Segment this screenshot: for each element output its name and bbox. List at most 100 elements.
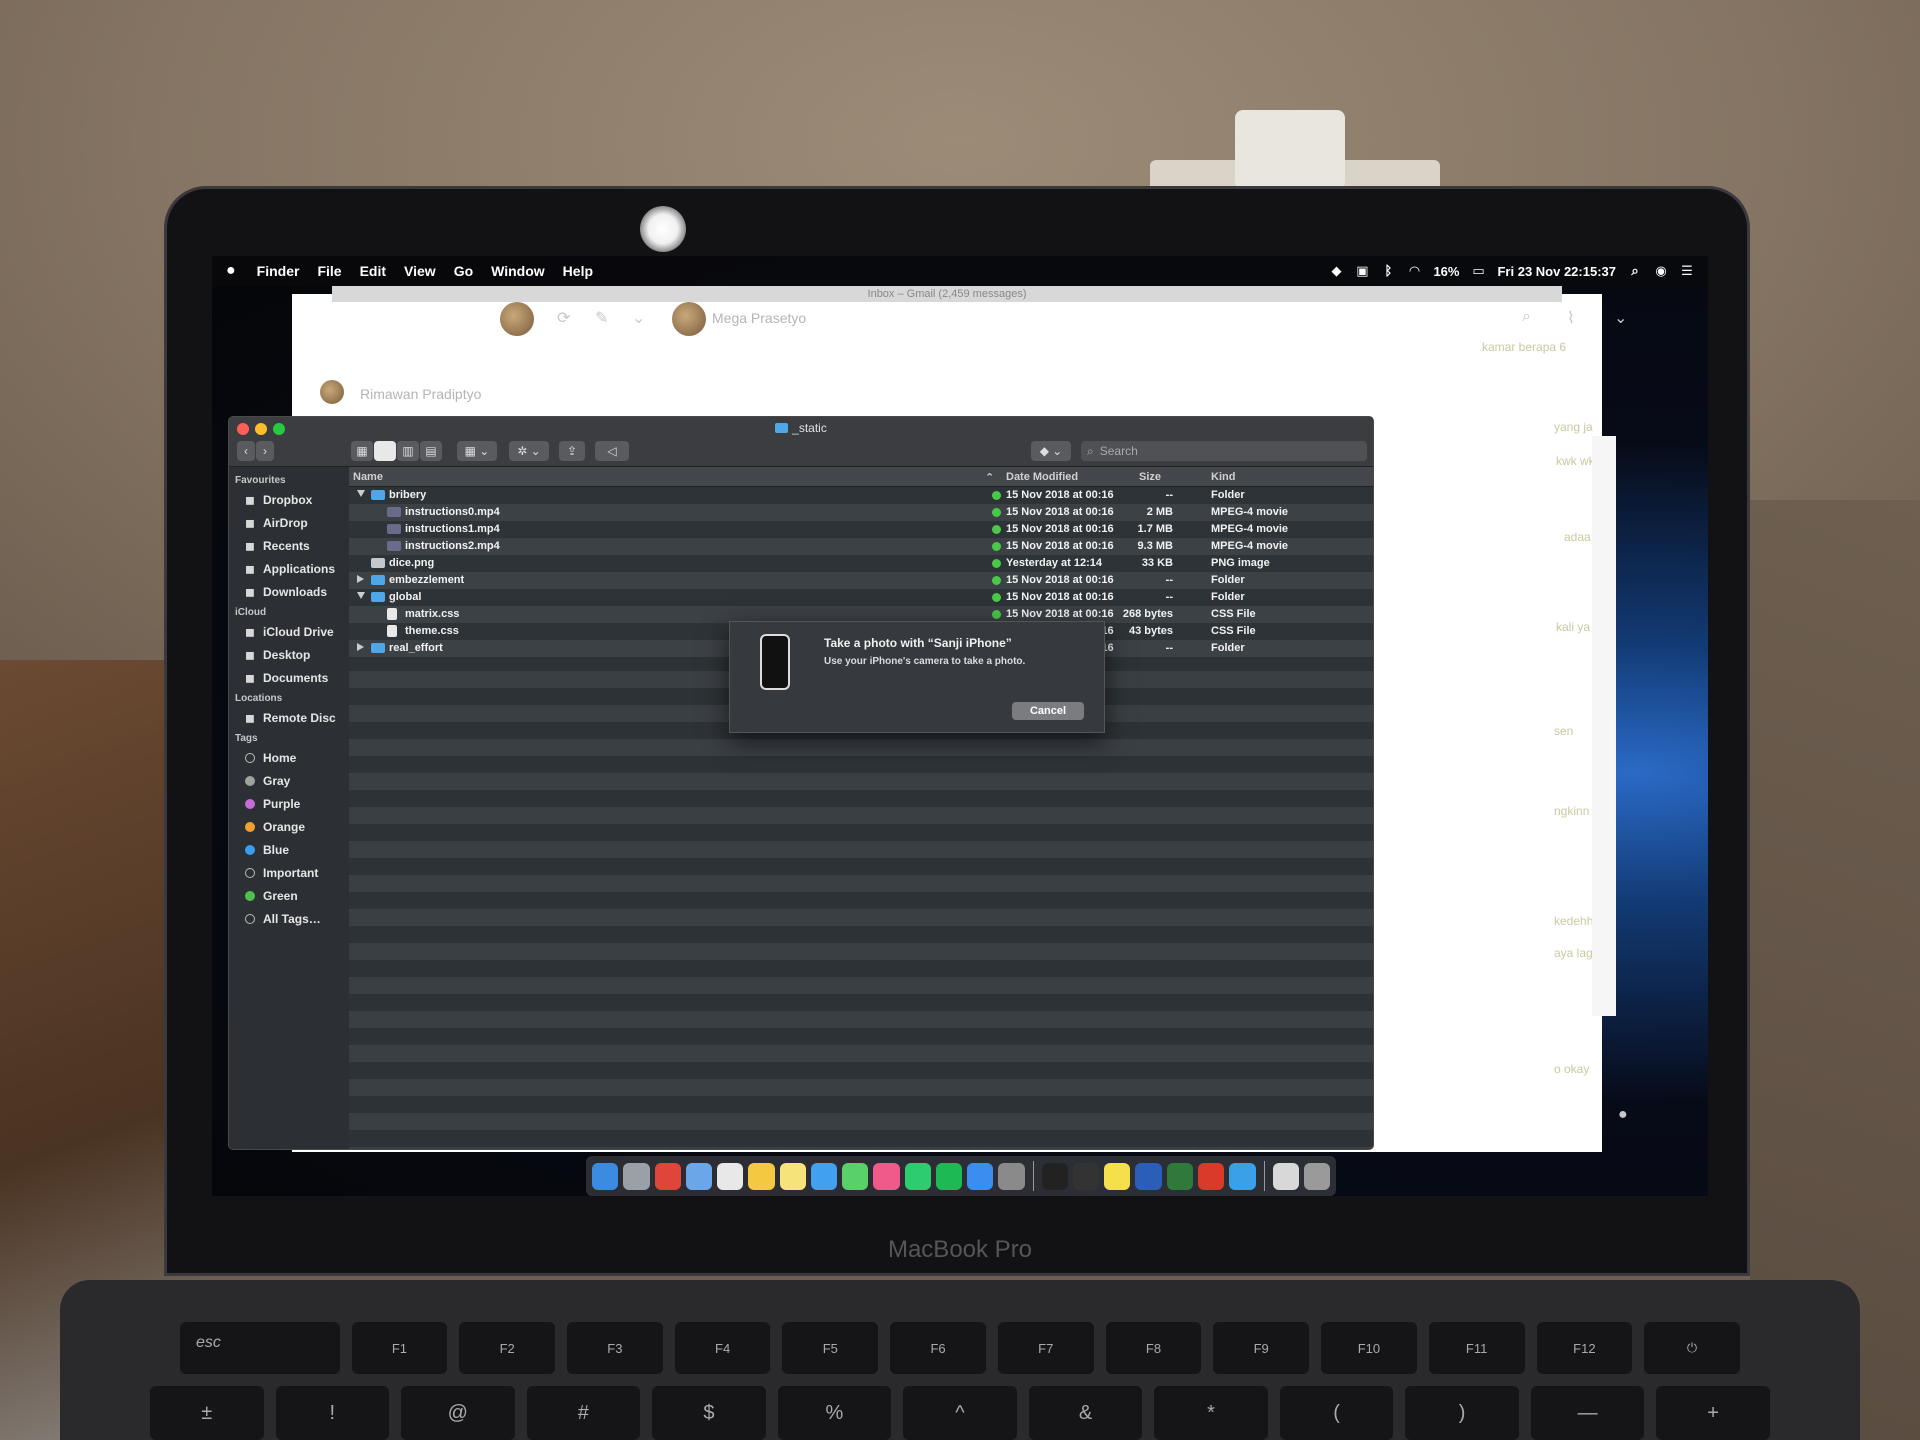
action-gear-button[interactable]: ✲ ⌄ [509,441,549,461]
menu-help[interactable]: Help [554,263,602,279]
disclosure-closed-icon[interactable] [357,575,364,583]
apple-menu-icon[interactable]: ● [212,262,248,280]
menu-file[interactable]: File [308,263,350,279]
dock-app-icon[interactable] [1303,1162,1331,1190]
dock-app-icon[interactable] [1166,1162,1194,1190]
menu-finder[interactable]: Finder [248,263,309,279]
file-size: -- [1165,574,1173,586]
tag-dot-icon [245,821,255,832]
dock-app-icon[interactable] [1072,1162,1100,1190]
file-row[interactable]: embezzlement 15 Nov 2018 at 00:16 -- Folder [349,572,1373,589]
file-name: embezzlement [389,574,465,586]
clock[interactable]: Fri 23 Nov 22:15:37 [1497,264,1616,279]
siri-icon[interactable]: ◉ [1654,264,1668,278]
dock-app-icon[interactable] [842,1162,869,1190]
sidebar-tag-5[interactable]: Important [229,861,349,884]
dock-app-icon[interactable] [1135,1162,1162,1190]
group-by-button[interactable]: ▦ ⌄ [457,441,497,461]
chevron-down-icon[interactable]: ⌄ [1614,308,1627,328]
dock-app-icon[interactable] [685,1162,713,1190]
attachment-icon[interactable]: ⌇ [1567,308,1575,328]
sidebar-item-favourites-2[interactable]: ◼ Recents [229,534,349,557]
tags-button[interactable]: ◁ [595,441,629,461]
dock-app-icon[interactable] [654,1162,681,1190]
file-row[interactable]: bribery 15 Nov 2018 at 00:16 -- Folder [349,487,1373,504]
menu-edit[interactable]: Edit [351,263,395,279]
dock-app-icon[interactable] [904,1162,931,1190]
dock-app-icon[interactable] [1104,1162,1131,1190]
dock-app-icon[interactable] [592,1162,619,1190]
dock-app-icon[interactable] [1272,1162,1299,1190]
search-icon[interactable]: ⌕ [1522,308,1531,326]
file-row[interactable]: global 15 Nov 2018 at 00:16 -- Folder [349,589,1373,606]
chevron-down-icon[interactable]: ⌄ [632,308,645,328]
dock-app-icon[interactable] [998,1162,1025,1190]
sidebar-item-icloud-1[interactable]: ◼ Desktop [229,643,349,666]
sidebar-item-favourites-1[interactable]: ◼ AirDrop [229,511,349,534]
dock-app-icon[interactable] [717,1162,744,1190]
sidebar-tag-7[interactable]: All Tags… [229,907,349,930]
share-button[interactable]: ⇪ [559,441,585,461]
menu-go[interactable]: Go [445,263,482,279]
dock-app-icon[interactable] [1041,1162,1068,1190]
notification-center-icon[interactable]: ☰ [1680,264,1694,278]
forward-button[interactable]: › [256,441,274,461]
column-name[interactable]: Name [353,471,383,483]
bluetooth-icon[interactable]: ᛒ [1381,264,1395,278]
dock-app-icon[interactable] [935,1162,963,1190]
dock-app-icon[interactable] [873,1162,900,1190]
search-icon: ⌕ [1087,443,1094,458]
sidebar-item-favourites-3[interactable]: ◼ Applications [229,557,349,580]
disclosure-open-icon[interactable] [357,490,365,497]
microphone-icon[interactable]: ● [1618,1106,1628,1124]
list-view-button[interactable] [374,441,396,461]
column-size[interactable]: Size [1139,471,1161,483]
battery-percent[interactable]: 16% [1433,264,1459,279]
sidebar-tag-6[interactable]: Green [229,884,349,907]
cancel-button[interactable]: Cancel [1012,702,1084,720]
sidebar-tag-1[interactable]: Gray [229,769,349,792]
dropbox-button[interactable]: ◆ ⌄ [1031,441,1071,461]
search-field[interactable]: ⌕ Search [1081,441,1367,461]
dock-app-icon[interactable] [810,1162,838,1190]
file-row[interactable]: instructions2.mp4 15 Nov 2018 at 00:16 9.3… [349,538,1373,555]
compose-icon[interactable]: ✎ [595,308,608,328]
account-avatar[interactable] [500,302,534,336]
spotlight-icon[interactable]: ⌕ [1628,264,1642,278]
sidebar-tag-4[interactable]: Blue [229,838,349,861]
icon-view-button[interactable]: ▦ [351,441,373,461]
menu-window[interactable]: Window [482,263,554,279]
dock-app-icon[interactable] [779,1162,806,1190]
sidebar-item-locations-0[interactable]: ◼ Remote Disc [229,706,349,729]
sidebar-tag-2[interactable]: Purple [229,792,349,815]
dock-app-icon[interactable] [748,1162,775,1190]
sidebar-tag-0[interactable]: Home [229,746,349,769]
wifi-icon[interactable]: ◠ [1407,264,1421,278]
back-button[interactable]: ‹ [237,441,255,461]
file-row[interactable]: instructions0.mp4 15 Nov 2018 at 00:16 2 M… [349,504,1373,521]
column-kind[interactable]: Kind [1211,471,1235,483]
dock-app-icon[interactable] [623,1162,650,1190]
sidebar-tag-3[interactable]: Orange [229,815,349,838]
sort-ascending-icon[interactable]: ⌃ [985,471,994,484]
sidebar-item-favourites-4[interactable]: ◼ Downloads [229,580,349,603]
dock-app-icon[interactable] [1229,1162,1256,1190]
column-view-button[interactable]: ▥ [397,441,419,461]
sidebar-item-favourites-0[interactable]: ◼ Dropbox [229,488,349,511]
dock-app-icon[interactable] [967,1162,994,1190]
finder-window[interactable]: _static ‹ › ▦ ▥ ▤ ▦ ⌄ ✲ ⌄ ⇪ ◁ ◆ ⌄ ⌕ Sear… [228,416,1374,1150]
battery-icon[interactable]: ▭ [1471,264,1485,278]
disclosure-open-icon[interactable] [357,592,365,599]
notification-icon[interactable]: ▣ [1355,264,1369,278]
refresh-icon[interactable]: ⟳ [557,308,570,328]
file-row[interactable]: instructions1.mp4 15 Nov 2018 at 00:16 1.7… [349,521,1373,538]
sidebar-item-icloud-2[interactable]: ◼ Documents [229,666,349,689]
dropbox-status-icon[interactable]: ◆ [1329,264,1343,278]
sidebar-item-icloud-0[interactable]: ◼ iCloud Drive [229,620,349,643]
disclosure-closed-icon[interactable] [357,643,364,651]
menu-view[interactable]: View [395,263,445,279]
column-date-modified[interactable]: Date Modified [1006,471,1078,483]
file-row[interactable]: dice.png Yesterday at 12:14 33 KB PNG image [349,555,1373,572]
gallery-view-button[interactable]: ▤ [420,441,442,461]
dock-app-icon[interactable] [1198,1162,1225,1190]
